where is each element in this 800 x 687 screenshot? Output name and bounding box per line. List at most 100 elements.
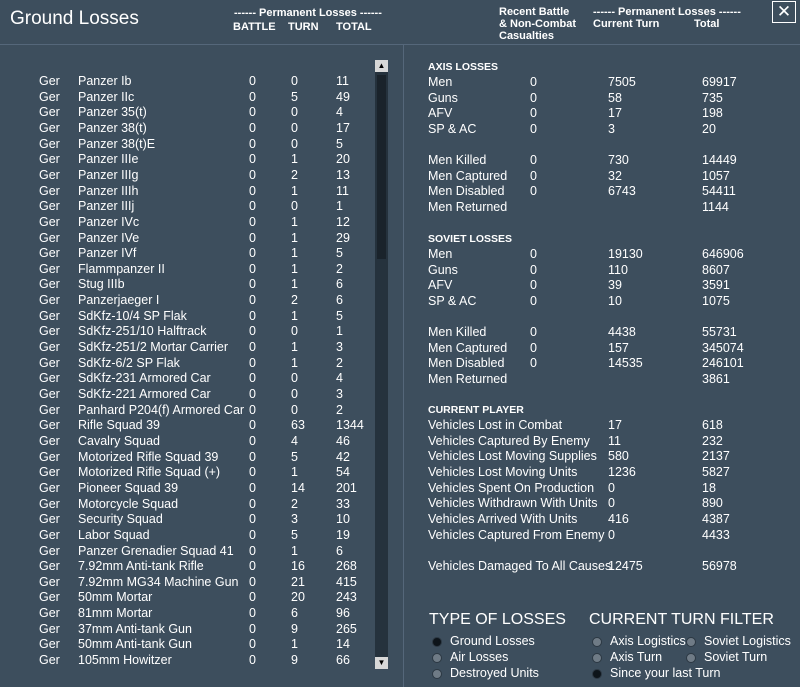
unit-turn: 3 [291,512,298,527]
radio-ground-losses[interactable]: Ground Losses [432,634,535,649]
unit-battle: 0 [249,653,256,668]
table-row[interactable]: Ger Panzerjaeger I 0 2 6 [0,293,372,309]
current-turn-header: Current Turn [593,18,660,30]
unit-battle: 0 [249,606,256,621]
unit-battle: 0 [249,433,256,448]
row-total: 646906 [702,247,744,261]
table-row[interactable]: Ger Motorcycle Squad 0 2 33 [0,497,372,513]
table-row[interactable]: Ger Panzer IVe 0 1 29 [0,231,372,247]
table-row[interactable]: Ger Security Squad 0 3 10 [0,512,372,528]
table-row[interactable]: Ger Pioneer Squad 39 0 14 201 [0,481,372,497]
table-row[interactable]: Ger Panzer Grenadier Squad 41 0 1 6 [0,544,372,560]
table-row[interactable]: Ger SdKfz-6/2 SP Flak 0 1 2 [0,356,372,372]
radio-soviet-turn[interactable]: Soviet Turn [686,650,767,665]
table-row[interactable]: Ger Panzer Ib 0 0 11 [0,74,372,90]
radio-axis-turn[interactable]: Axis Turn [592,650,662,665]
row-label: Vehicles Damaged To All Causes [428,559,612,573]
scroll-down-icon[interactable]: ▼ [375,657,388,669]
scroll-thumb[interactable] [377,75,386,259]
unit-battle: 0 [249,480,256,495]
table-row[interactable]: Ger Panzer IIIe 0 1 20 [0,152,372,168]
unit-name: Panzer 38(t) [78,120,147,135]
table-row[interactable]: Ger Panzer 38(t)E 0 0 5 [0,137,372,153]
unit-total: 14 [336,637,350,652]
unit-total: 11 [336,183,349,198]
unit-total: 96 [336,606,350,621]
unit-battle: 0 [249,402,256,417]
radio-destroyed-units[interactable]: Destroyed Units [432,666,539,681]
unit-battle: 0 [249,621,256,636]
table-row[interactable]: Ger Panzer IIIg 0 2 13 [0,168,372,184]
table-row[interactable]: Ger Motorized Rifle Squad 39 0 5 42 [0,450,372,466]
unit-nation: Ger [39,590,60,605]
row-total: 8607 [702,262,730,277]
unit-total: 17 [336,120,350,135]
close-button[interactable]: ✕ [772,1,796,23]
table-row[interactable]: Ger Rifle Squad 39 0 63 1344 [0,418,372,434]
radio-air-losses[interactable]: Air Losses [432,650,508,665]
unit-nation: Ger [39,574,60,589]
unit-nation: Ger [39,308,60,323]
table-row[interactable]: Ger 81mm Mortar 0 6 96 [0,606,372,622]
table-row[interactable]: Ger Panhard P204(f) Armored Car 0 0 2 [0,403,372,419]
radio-since-last-turn[interactable]: Since your last Turn [592,666,720,681]
scrollbar[interactable]: ▲ ▼ [375,60,388,669]
row-total: 1144 [702,199,729,214]
unit-turn: 1 [291,465,298,480]
unit-name: 7.92mm MG34 Machine Gun [78,574,239,589]
table-row[interactable]: Ger Flammpanzer II 0 1 2 [0,262,372,278]
row-total: 54411 [702,184,736,199]
radio-axis-logistics[interactable]: Axis Logistics [592,634,686,649]
unit-turn: 1 [291,183,298,198]
table-row[interactable]: Ger Panzer IIc 0 5 49 [0,90,372,106]
table-row[interactable]: Ger Cavalry Squad 0 4 46 [0,434,372,450]
table-row[interactable]: Ger Panzer IIIh 0 1 11 [0,184,372,200]
row-current: 0 [608,527,615,542]
table-row[interactable]: Ger Motorized Rifle Squad (+) 0 1 54 [0,465,372,481]
table-row[interactable]: Ger Panzer 38(t) 0 0 17 [0,121,372,137]
table-row[interactable]: Ger 50mm Anti-tank Gun 0 1 14 [0,637,372,653]
table-row[interactable]: Ger SdKfz-251/2 Mortar Carrier 0 1 3 [0,340,372,356]
row-total: 69917 [702,75,737,89]
row-label: Vehicles Lost in Combat [428,418,563,432]
table-row[interactable]: Ger 7.92mm MG34 Machine Gun 0 21 415 [0,575,372,591]
unit-total: 6 [336,293,343,308]
table-row[interactable]: Ger SdKfz-231 Armored Car 0 0 4 [0,371,372,387]
unit-nation: Ger [39,74,60,88]
unit-total: 12 [336,214,350,229]
unit-turn: 2 [291,167,298,182]
row-label: Vehicles Withdrawn With Units [428,496,598,511]
row-total: 890 [702,496,723,511]
unit-nation: Ger [39,199,60,214]
radio-dot-icon [432,636,442,647]
table-row[interactable]: Ger Panzer IIIj 0 0 1 [0,199,372,215]
table-row[interactable]: Ger Labor Squad 0 5 19 [0,528,372,544]
unit-nation: Ger [39,449,60,464]
unit-name: SdKfz-10/4 SP Flak [78,308,187,323]
scroll-up-icon[interactable]: ▲ [375,60,388,72]
table-row[interactable]: Ger Panzer 35(t) 0 0 4 [0,105,372,121]
table-row[interactable]: Ger Panzer IVf 0 1 5 [0,246,372,262]
table-row[interactable]: Ger 50mm Mortar 0 20 243 [0,590,372,606]
table-row[interactable]: Ger 37mm Anti-tank Gun 0 9 265 [0,622,372,638]
radio-dot-icon [686,636,696,647]
row-battle: 0 [530,106,537,121]
row-label: Men Returned [428,371,508,386]
radio-dot-icon [592,668,602,679]
row-total: 55731 [702,325,737,339]
unit-nation: Ger [39,371,60,386]
unit-name: SdKfz-221 Armored Car [78,387,211,401]
unit-turn: 0 [291,105,298,120]
table-row[interactable]: Ger SdKfz-10/4 SP Flak 0 1 5 [0,309,372,325]
table-row[interactable]: Ger 105mm Howitzer 0 9 66 [0,653,372,669]
table-row[interactable]: Ger SdKfz-251/10 Halftrack 0 0 1 [0,324,372,340]
unit-battle: 0 [249,418,256,433]
unit-battle: 0 [249,496,256,511]
table-row[interactable]: Ger SdKfz-221 Armored Car 0 0 3 [0,387,372,403]
row-label: Vehicles Lost Moving Supplies [428,449,597,464]
table-row[interactable]: Ger Stug IIIb 0 1 6 [0,277,372,293]
row-battle: 0 [530,293,537,308]
table-row[interactable]: Ger 7.92mm Anti-tank Rifle 0 16 268 [0,559,372,575]
radio-soviet-logistics[interactable]: Soviet Logistics [686,634,791,649]
table-row[interactable]: Ger Panzer IVc 0 1 12 [0,215,372,231]
